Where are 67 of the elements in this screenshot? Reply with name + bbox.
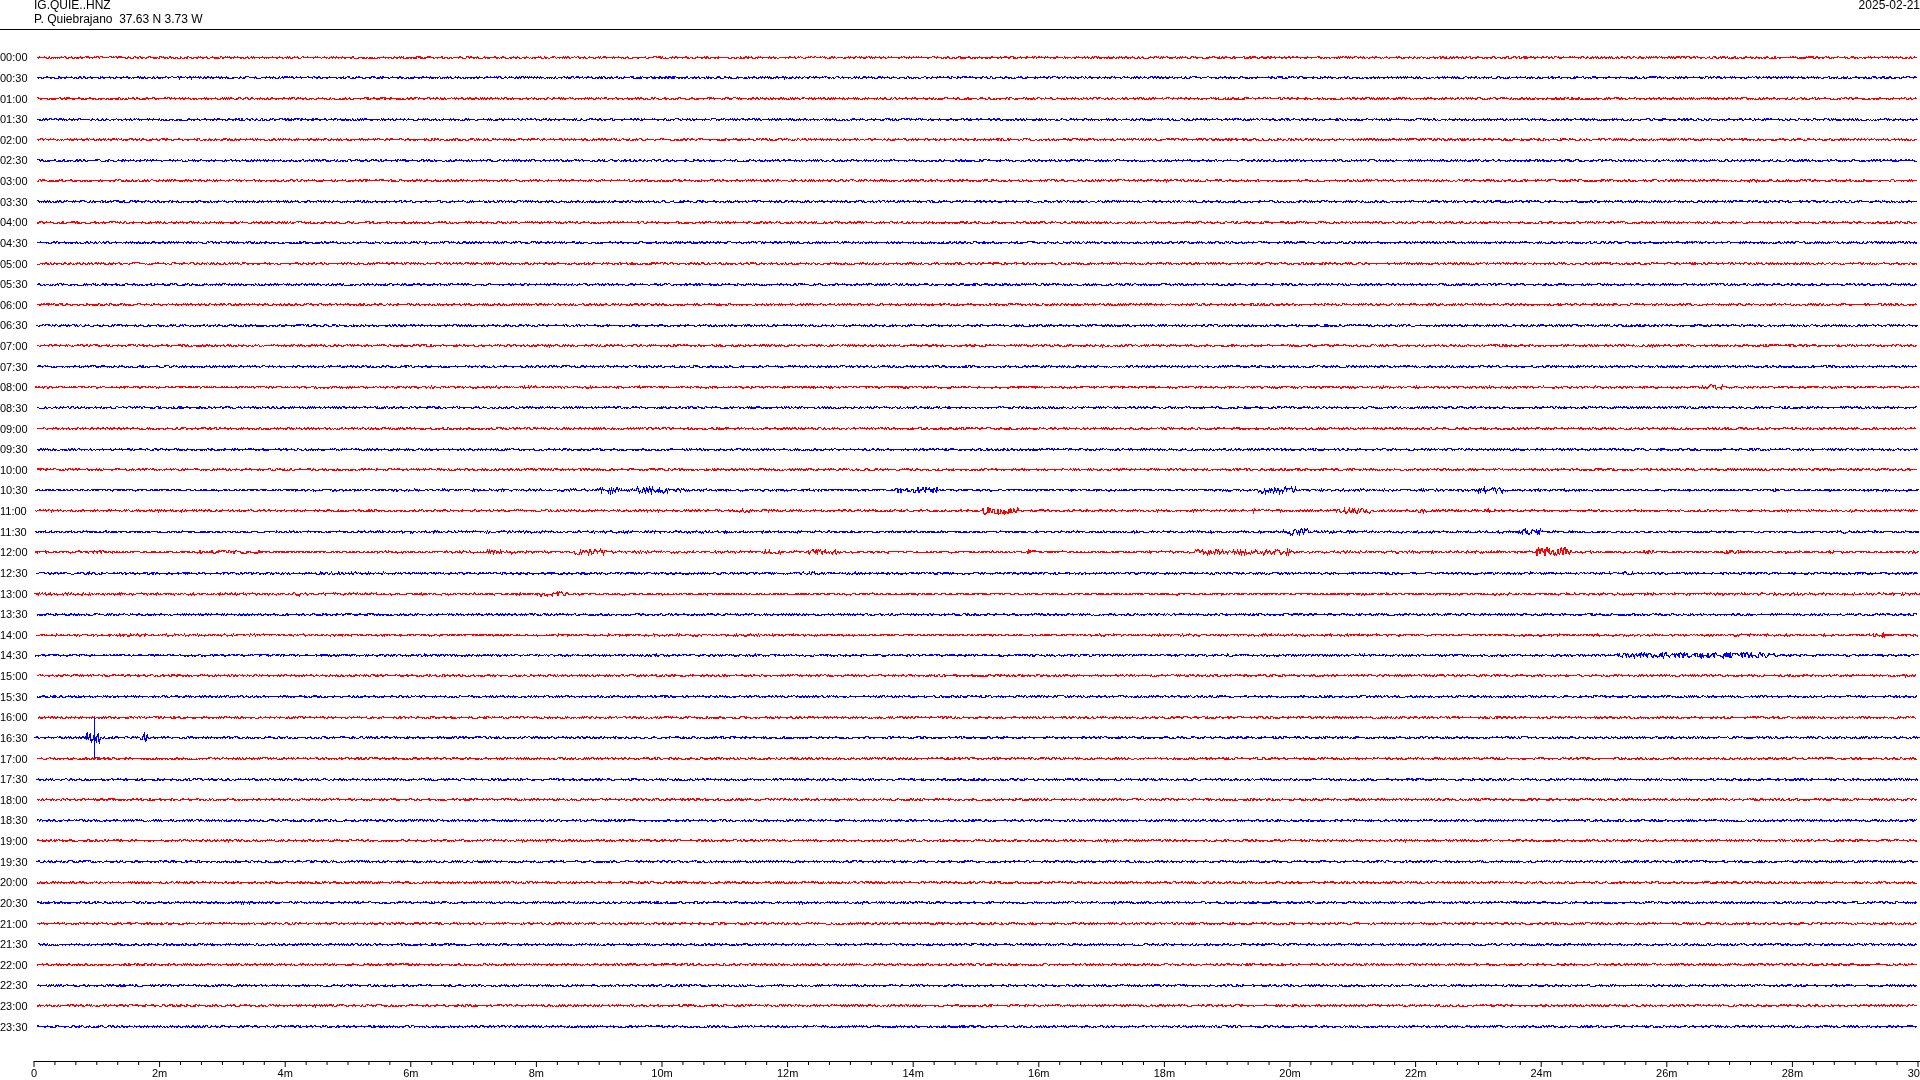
time-label: 16:30 (0, 731, 29, 744)
time-label: 01:30 (0, 113, 29, 126)
time-label: 20:30 (0, 896, 29, 909)
time-label: 14:00 (0, 628, 29, 641)
time-label: 18:00 (0, 793, 29, 806)
time-label: 11:00 (0, 505, 28, 518)
axis-tick-label: 2m (151, 1067, 168, 1079)
time-label: 08:30 (0, 401, 29, 414)
station-location: P. Quiebrajano 37.63 N 3.73 W (34, 12, 203, 26)
axis-tick-label: 20m (1279, 1067, 1301, 1079)
axis-tick-label: 0 (30, 1067, 38, 1079)
time-label: 12:30 (0, 566, 29, 579)
time-label: 04:30 (0, 236, 29, 249)
axis-tick-label: 18m (1153, 1067, 1176, 1079)
time-label: 00:30 (0, 71, 29, 84)
time-label: 17:00 (0, 752, 29, 765)
time-label: 10:30 (0, 484, 29, 497)
axis-tick-label: 16m (1028, 1067, 1050, 1079)
time-label: 03:30 (0, 195, 29, 208)
time-label: 02:00 (0, 133, 29, 146)
time-label: 06:30 (0, 319, 29, 332)
time-label: 05:30 (0, 278, 29, 291)
plot-date: 2025-02-21 (1858, 0, 1920, 14)
axis-tick-label: 30 (1907, 1067, 1920, 1079)
time-label: 01:00 (0, 92, 29, 105)
axis-tick-label: 12m (776, 1067, 799, 1079)
time-label: 02:30 (0, 154, 29, 167)
time-label: 06:00 (0, 298, 29, 311)
time-label: 19:30 (0, 855, 29, 868)
time-label: 12:00 (0, 546, 29, 559)
time-label: 18:30 (0, 814, 29, 827)
time-label: 13:00 (0, 587, 29, 600)
axis-tick-label: 10m (651, 1067, 673, 1079)
time-label: 00:00 (0, 51, 29, 64)
time-label: 14:30 (0, 649, 29, 662)
time-label: 23:00 (0, 1000, 29, 1013)
time-label: 17:30 (0, 773, 29, 786)
axis-tick-label: 14m (902, 1067, 924, 1079)
time-label: 10:00 (0, 463, 29, 476)
axis-tick-label: 24m (1530, 1067, 1552, 1079)
time-label: 21:30 (0, 938, 29, 951)
time-label: 22:30 (0, 979, 29, 992)
time-label: 08:00 (0, 381, 29, 394)
time-label: 04:00 (0, 216, 29, 229)
axis-tick-label: 22m (1404, 1067, 1427, 1079)
axis-tick-label: 4m (277, 1067, 293, 1079)
time-label: 15:00 (0, 670, 29, 683)
time-label: 20:00 (0, 876, 29, 889)
time-label: 13:30 (0, 608, 29, 621)
time-label: 03:00 (0, 175, 29, 188)
time-label: 07:30 (0, 360, 29, 373)
axis-tick-label: 28m (1781, 1067, 1804, 1079)
time-label: 23:30 (0, 1020, 29, 1033)
axis-tick-label: 8m (528, 1067, 545, 1079)
time-label: 05:00 (0, 257, 29, 270)
axis-tick-label: 6m (403, 1067, 419, 1079)
time-label: 16:00 (0, 711, 29, 724)
time-label: 15:30 (0, 690, 29, 703)
time-label: 09:30 (0, 443, 29, 456)
station-code: IG.QUIE..HNZ (34, 0, 112, 12)
time-label: 21:00 (0, 917, 29, 930)
time-label: 09:00 (0, 422, 29, 435)
time-label: 19:00 (0, 835, 29, 848)
time-label: 22:00 (0, 958, 29, 971)
time-label: 11:30 (0, 525, 28, 538)
axis-tick-label: 26m (1656, 1067, 1678, 1079)
time-label: 07:00 (0, 340, 29, 353)
